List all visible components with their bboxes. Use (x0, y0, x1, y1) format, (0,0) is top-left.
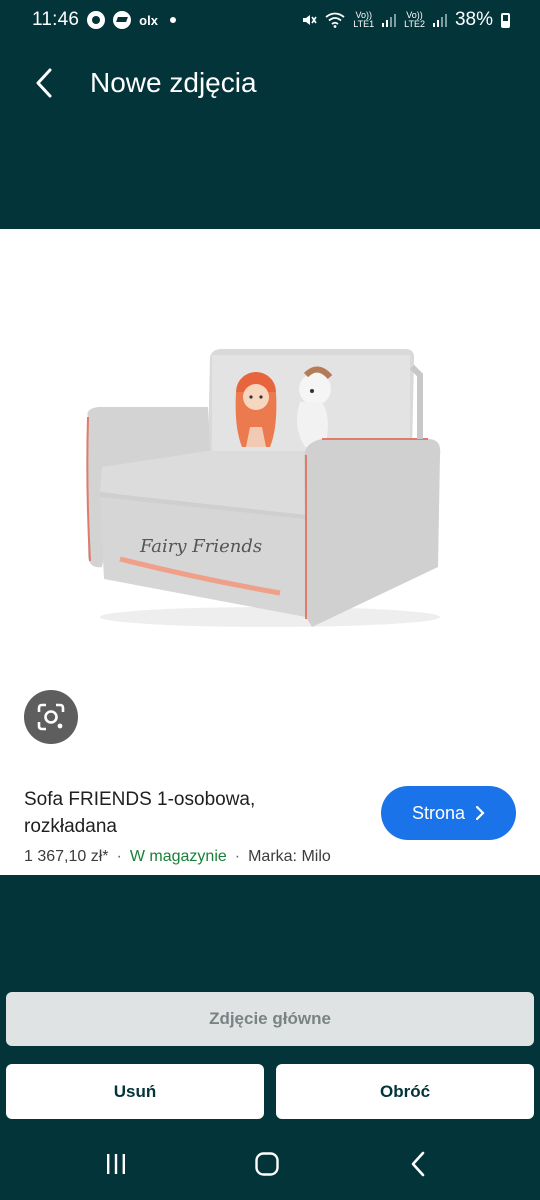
product-price: 1 367,10 zł* (24, 848, 109, 865)
messenger-icon (113, 11, 132, 29)
dot-icon (169, 17, 176, 23)
delete-button[interactable]: Usuń (6, 1064, 264, 1119)
action-row: Usuń Obróć (6, 1064, 534, 1119)
chevron-left-icon (36, 68, 52, 98)
status-right: Vo)) LTE1 Vo)) LTE2 38% (301, 9, 510, 31)
status-time: 11:46 (32, 9, 80, 30)
delete-label: Usuń (113, 1081, 157, 1101)
sim1-label: Vo)) LTE1 (353, 11, 374, 29)
signal-strength-2-icon (432, 13, 447, 27)
page-title: Nowe zdjęcia (90, 67, 257, 98)
sim2-label: Vo)) LTE2 (404, 11, 425, 29)
home-button[interactable] (247, 1148, 287, 1180)
meta-separator: · (116, 848, 122, 865)
home-icon (255, 1152, 279, 1176)
chevron-right-icon (475, 805, 485, 821)
signal-strength-1-icon (382, 13, 397, 27)
recents-icon (107, 1154, 125, 1174)
meta-separator: · (234, 848, 241, 865)
olx-icon: olx (139, 12, 158, 28)
mute-icon (303, 15, 317, 25)
battery-percent: 38% (454, 9, 493, 30)
visit-page-label: Strona (411, 802, 466, 823)
whatsapp-icon (87, 11, 106, 29)
sim2-label-bottom: LTE2 (404, 19, 425, 29)
sim1-label-bottom: LTE1 (353, 19, 375, 29)
system-navigation-bar (0, 1130, 540, 1200)
product-brand: Marka: Milo (248, 848, 331, 865)
product-card: Fairy Friends Sofa FRIENDS 1-osobowa, ro… (0, 229, 540, 875)
set-main-photo-button[interactable]: Zdjęcie główne (6, 992, 534, 1046)
back-icon (411, 1151, 425, 1177)
recents-button[interactable] (96, 1148, 136, 1180)
product-image[interactable]: Fairy Friends (60, 347, 460, 637)
set-main-photo-label: Zdjęcie główne (209, 1009, 331, 1028)
back-button[interactable] (22, 61, 66, 105)
product-title[interactable]: Sofa FRIENDS 1-osobowa, rozkładana (24, 786, 344, 840)
rotate-button[interactable]: Obróć (276, 1064, 534, 1119)
fairy-friends-print: Fairy Friends (139, 536, 262, 557)
top-app-bar: Nowe zdjęcia (0, 40, 540, 126)
stock-status: W magazynie (129, 848, 227, 865)
google-lens-icon (37, 703, 65, 731)
rotate-label: Obróć (379, 1081, 431, 1101)
wifi-icon (325, 12, 345, 28)
lens-button[interactable] (24, 690, 78, 744)
visit-page-button[interactable]: Strona (381, 786, 516, 840)
status-bar: 11:46 olx Vo)) LTE1 Vo)) LTE2 38% (0, 0, 540, 40)
battery-icon (501, 12, 510, 28)
system-back-button[interactable] (398, 1148, 438, 1180)
product-meta: 1 367,10 zł* · W magazynie · Marka: Milo (24, 848, 331, 866)
status-left: 11:46 olx (32, 9, 176, 31)
